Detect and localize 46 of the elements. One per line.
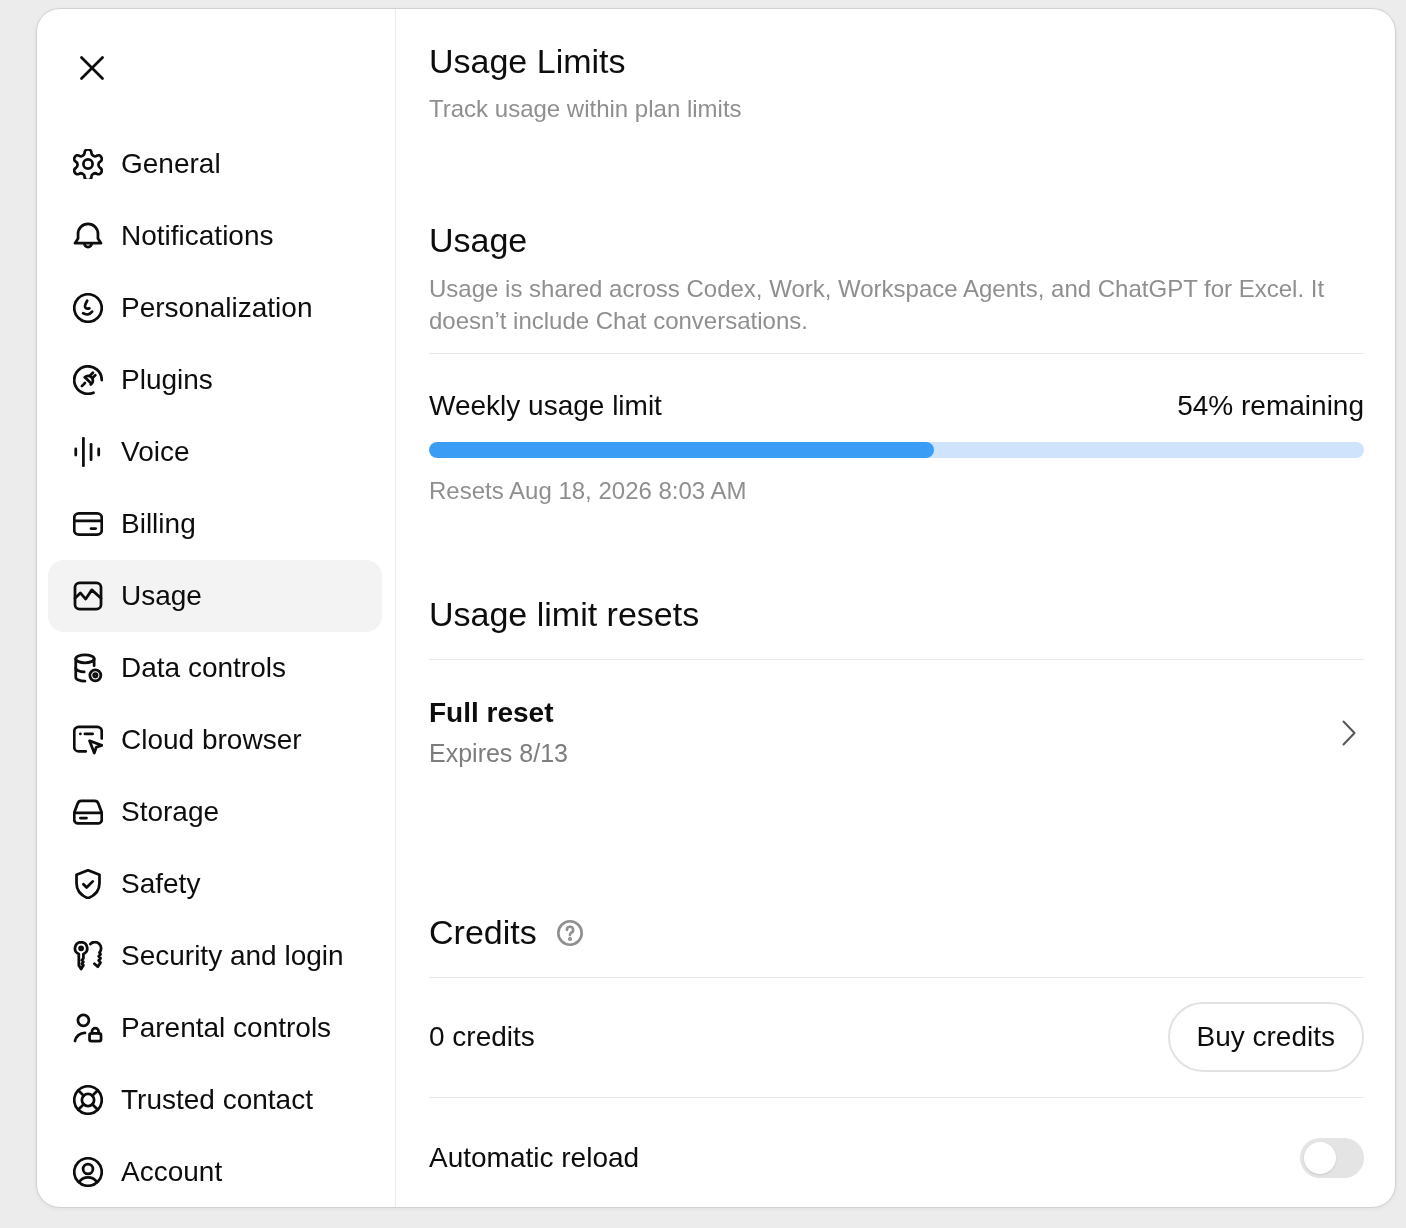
toggle-switch[interactable]	[1300, 1138, 1364, 1178]
sidebar-item[interactable]: Security and login	[48, 920, 382, 992]
sidebar-item[interactable]: Trusted contact	[48, 1064, 382, 1136]
gear-icon	[73, 149, 103, 179]
window-cursor-icon	[73, 725, 103, 755]
meter-label: Weekly usage limit	[429, 390, 662, 422]
sidebar-item[interactable]: Notifications	[48, 200, 382, 272]
meter-reading: 54% remaining	[1177, 390, 1364, 422]
sidebar-item[interactable]: Storage	[48, 776, 382, 848]
reset-date: Resets Aug 18, 2026 8:03 AM	[429, 476, 748, 506]
page-title: Usage Limits	[429, 41, 627, 82]
sidebar-item[interactable]: Plugins	[48, 344, 382, 416]
section-heading: Usage limit resets	[429, 594, 701, 635]
sidebar-item[interactable]: Cloud browser	[48, 704, 382, 776]
sidebar-item[interactable]: Data controls	[48, 632, 382, 704]
help-icon[interactable]	[556, 919, 583, 946]
card-icon	[73, 509, 103, 539]
chart-square-icon	[73, 581, 103, 611]
lifebuoy-icon	[73, 1085, 103, 1115]
person-lock-icon	[73, 1013, 103, 1043]
database-gear-icon	[73, 653, 103, 683]
sidebar-item[interactable]: General	[48, 128, 382, 200]
section-heading: Usage	[429, 220, 529, 261]
page-subtitle: Track usage within plan limits	[429, 94, 743, 124]
reset-expiry: Expires 8/13	[429, 738, 568, 769]
close-icon	[80, 56, 104, 80]
sidebar-item[interactable]: Usage	[48, 560, 382, 632]
bell-icon	[73, 221, 103, 251]
waveform-icon	[73, 437, 103, 467]
sidebar-item[interactable]: Personalization	[48, 272, 382, 344]
sidebar-item[interactable]: Safety	[48, 848, 382, 920]
shield-check-icon	[73, 869, 103, 899]
sidebar-item[interactable]: Billing	[48, 488, 382, 560]
sidebar-item[interactable]: Parental controls	[48, 992, 382, 1064]
section-heading: Credits	[429, 912, 537, 953]
toggle-label: Automatic reload	[429, 1142, 640, 1174]
plug-circle-icon	[73, 365, 103, 395]
buy-credits-button[interactable]: Buy credits	[1167, 1002, 1364, 1072]
sidebar-item[interactable]: Voice	[48, 416, 382, 488]
keys-icon	[73, 941, 103, 971]
section-description: Usage is shared across Codex, Work, Workspace Agents, and ChatGPT for Excel. It doesn’t include Chat conversations.	[429, 274, 1326, 336]
drive-icon	[73, 797, 103, 827]
sidebar-item[interactable]: Account	[48, 1136, 382, 1207]
reset-title: Full reset	[429, 697, 555, 729]
chevron-right-icon[interactable]	[1342, 720, 1356, 746]
credit-balance: 0 credits	[429, 1021, 535, 1053]
